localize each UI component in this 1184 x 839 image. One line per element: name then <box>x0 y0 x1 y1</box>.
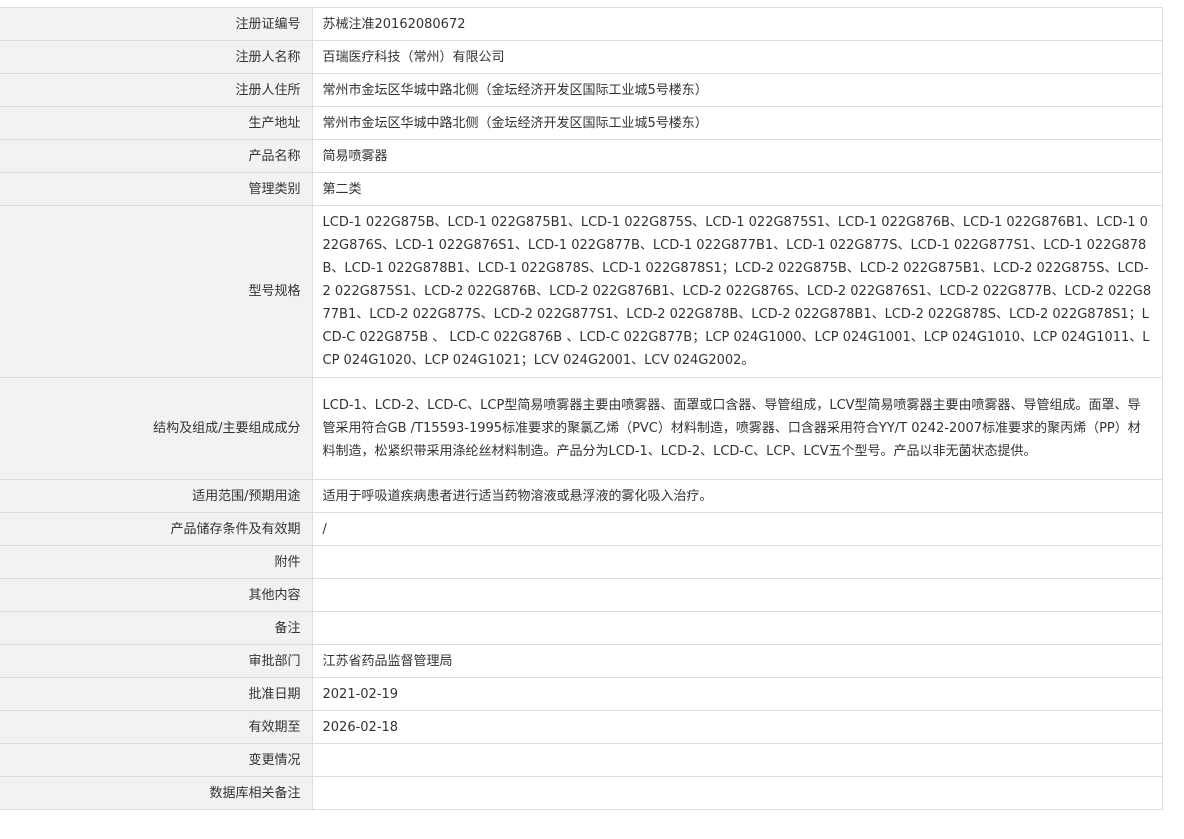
field-value: 简易喷雾器 <box>312 139 1163 173</box>
field-label: 注册人住所 <box>0 73 313 107</box>
field-value <box>312 545 1163 579</box>
field-label: 有效期至 <box>0 710 313 744</box>
row-storage-validity: 产品储存条件及有效期 / <box>0 512 1163 546</box>
field-label: 结构及组成/主要组成成分 <box>0 377 313 480</box>
row-attachments: 附件 <box>0 545 1163 579</box>
field-value: 适用于呼吸道疾病患者进行适当药物溶液或悬浮液的雾化吸入治疗。 <box>312 479 1163 513</box>
row-intended-use: 适用范围/预期用途 适用于呼吸道疾病患者进行适当药物溶液或悬浮液的雾化吸入治疗。 <box>0 479 1163 513</box>
field-value <box>312 611 1163 645</box>
field-label: 备注 <box>0 611 313 645</box>
row-approval-date: 批准日期 2021-02-19 <box>0 677 1163 711</box>
field-value: LCD-1 022G875B、LCD-1 022G875B1、LCD-1 022… <box>312 205 1163 378</box>
field-value: 苏械注准20162080672 <box>312 7 1163 41</box>
row-model-specification: 型号规格 LCD-1 022G875B、LCD-1 022G875B1、LCD-… <box>0 205 1163 378</box>
field-value: 百瑞医疗科技（常州）有限公司 <box>312 40 1163 74</box>
field-value: 江苏省药品监督管理局 <box>312 644 1163 678</box>
row-approval-department: 审批部门 江苏省药品监督管理局 <box>0 644 1163 678</box>
field-label: 附件 <box>0 545 313 579</box>
field-value <box>312 578 1163 612</box>
row-registrant-name: 注册人名称 百瑞医疗科技（常州）有限公司 <box>0 40 1163 74</box>
row-valid-until: 有效期至 2026-02-18 <box>0 710 1163 744</box>
field-label: 产品名称 <box>0 139 313 173</box>
row-registrant-address: 注册人住所 常州市金坛区华城中路北侧（金坛经济开发区国际工业城5号楼东） <box>0 73 1163 107</box>
field-value: 2026-02-18 <box>312 710 1163 744</box>
field-value <box>312 776 1163 810</box>
field-label: 变更情况 <box>0 743 313 777</box>
field-label: 批准日期 <box>0 677 313 711</box>
row-product-name: 产品名称 简易喷雾器 <box>0 139 1163 173</box>
field-label: 数据库相关备注 <box>0 776 313 810</box>
field-label: 适用范围/预期用途 <box>0 479 313 513</box>
field-value: 第二类 <box>312 172 1163 206</box>
field-label: 管理类别 <box>0 172 313 206</box>
registration-info-table: 注册证编号 苏械注准20162080672 注册人名称 百瑞医疗科技（常州）有限… <box>0 7 1163 810</box>
field-label: 其他内容 <box>0 578 313 612</box>
row-database-notes: 数据库相关备注 <box>0 776 1163 810</box>
field-label: 审批部门 <box>0 644 313 678</box>
field-value: 常州市金坛区华城中路北侧（金坛经济开发区国际工业城5号楼东） <box>312 106 1163 140</box>
row-structure-composition: 结构及组成/主要组成成分 LCD-1、LCD-2、LCD-C、LCP型简易喷雾器… <box>0 377 1163 480</box>
field-label: 生产地址 <box>0 106 313 140</box>
field-value: LCD-1、LCD-2、LCD-C、LCP型简易喷雾器主要由喷雾器、面罩或口含器… <box>312 377 1163 480</box>
registration-detail-panel: 注册证编号 苏械注准20162080672 注册人名称 百瑞医疗科技（常州）有限… <box>0 7 1163 810</box>
row-other-content: 其他内容 <box>0 578 1163 612</box>
row-remarks: 备注 <box>0 611 1163 645</box>
row-registration-number: 注册证编号 苏械注准20162080672 <box>0 7 1163 41</box>
row-management-category: 管理类别 第二类 <box>0 172 1163 206</box>
field-value: 2021-02-19 <box>312 677 1163 711</box>
field-value: 常州市金坛区华城中路北侧（金坛经济开发区国际工业城5号楼东） <box>312 73 1163 107</box>
field-label: 注册人名称 <box>0 40 313 74</box>
row-change-status: 变更情况 <box>0 743 1163 777</box>
field-value <box>312 743 1163 777</box>
field-label: 型号规格 <box>0 205 313 378</box>
row-production-address: 生产地址 常州市金坛区华城中路北侧（金坛经济开发区国际工业城5号楼东） <box>0 106 1163 140</box>
field-label: 产品储存条件及有效期 <box>0 512 313 546</box>
field-label: 注册证编号 <box>0 7 313 41</box>
field-value: / <box>312 512 1163 546</box>
